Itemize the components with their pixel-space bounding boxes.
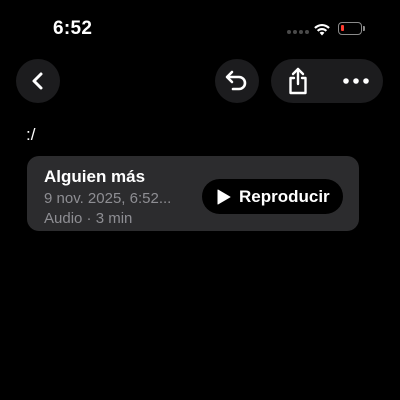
back-button[interactable] <box>16 59 60 103</box>
share-icon <box>289 67 307 95</box>
status-bar: 6:52 <box>0 0 400 56</box>
battery-cap <box>363 26 365 31</box>
play-button[interactable]: Reproducir <box>202 179 343 214</box>
status-time: 6:52 <box>53 18 93 39</box>
battery-icon <box>338 22 362 35</box>
battery-level <box>341 25 344 31</box>
audio-title: Alguien más <box>44 167 146 186</box>
actions-pill <box>271 59 383 103</box>
share-button[interactable] <box>271 59 325 103</box>
audio-meta: Audio · 3 min <box>44 210 133 227</box>
chevron-left-icon <box>32 72 43 90</box>
play-icon <box>217 189 231 205</box>
audio-attachment-card[interactable]: Alguien más 9 nov. 2025, 6:52... Audio ·… <box>27 156 359 231</box>
reply-button[interactable] <box>215 59 259 103</box>
cellular-signal-icon <box>287 29 309 35</box>
screen: 6:52:/ Alguien más 9 nov. 2025, 6:52...… <box>0 0 400 400</box>
message-text: :/ <box>26 125 36 144</box>
more-options-button[interactable] <box>329 59 383 103</box>
undo-arrow-icon <box>225 70 247 91</box>
audio-date: 9 nov. 2025, 6:52... <box>44 190 172 207</box>
ellipsis-icon <box>343 78 369 84</box>
play-label: Reproducir <box>239 187 330 206</box>
wifi-icon <box>314 24 330 36</box>
